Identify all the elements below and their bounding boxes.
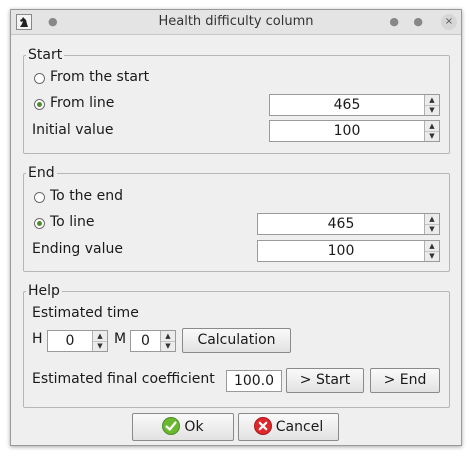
dialog-window: ● Health difficulty column ● ● × Start F… (10, 9, 462, 446)
minimize-icon[interactable]: ● (389, 16, 399, 27)
initial-value-label: Initial value (32, 122, 114, 138)
start-legend: Start (28, 47, 63, 63)
to-line-label[interactable]: To line (50, 214, 94, 230)
cancel-label: Cancel (275, 419, 324, 435)
ending-value-label: Ending value (32, 241, 123, 257)
ok-label: Ok (184, 419, 204, 435)
to-line-value[interactable]: 465 (258, 216, 424, 232)
hours-spinner[interactable]: 0 ▲ ▼ (47, 330, 108, 352)
cancel-button[interactable]: Cancel (238, 413, 339, 441)
calculation-button[interactable]: Calculation (182, 328, 291, 353)
to-line-spinner[interactable]: 465 ▲ ▼ (257, 213, 440, 235)
ending-value[interactable]: 100 (258, 243, 424, 259)
radio-from-start[interactable] (34, 73, 45, 84)
title-bar[interactable]: ● Health difficulty column ● ● × (11, 10, 461, 35)
ending-value-spinner[interactable]: 100 ▲ ▼ (257, 240, 440, 262)
minutes-spinner[interactable]: 0 ▲ ▼ (130, 330, 176, 352)
minutes-value[interactable]: 0 (131, 333, 160, 349)
arrow-down-icon[interactable]: ▼ (425, 251, 439, 261)
initial-value-spinner[interactable]: 100 ▲ ▼ (269, 120, 440, 142)
ok-button[interactable]: Ok (132, 413, 234, 441)
arrow-down-icon[interactable]: ▼ (425, 131, 439, 141)
from-line-spinner[interactable]: 465 ▲ ▼ (269, 94, 440, 116)
from-line-value[interactable]: 465 (270, 97, 424, 113)
close-icon[interactable]: × (441, 14, 457, 30)
final-coefficient-label: Estimated final coefficient (32, 371, 215, 387)
check-circle-icon (162, 417, 181, 435)
end-legend: End (28, 165, 55, 181)
arrow-down-icon[interactable]: ▼ (425, 105, 439, 115)
hours-label: H (32, 331, 43, 347)
x-circle-icon (253, 417, 272, 435)
estimated-time-label: Estimated time (32, 305, 139, 321)
radio-to-end[interactable] (34, 192, 45, 203)
to-start-button[interactable]: > Start (286, 368, 364, 393)
arrow-down-icon[interactable]: ▼ (93, 341, 107, 351)
hours-value[interactable]: 0 (48, 333, 92, 349)
arrow-down-icon[interactable]: ▼ (425, 224, 439, 234)
from-line-label[interactable]: From line (50, 95, 114, 111)
from-start-label[interactable]: From the start (50, 69, 149, 85)
final-coefficient-field[interactable]: 100.0 (226, 370, 282, 392)
initial-value[interactable]: 100 (270, 123, 424, 139)
maximize-icon[interactable]: ● (413, 16, 423, 27)
radio-to-line[interactable] (34, 218, 45, 229)
to-end-button[interactable]: > End (370, 368, 440, 393)
arrow-down-icon[interactable]: ▼ (161, 341, 175, 351)
radio-from-line[interactable] (34, 99, 45, 110)
help-legend: Help (28, 283, 60, 299)
minutes-label: M (114, 331, 127, 347)
to-end-label[interactable]: To the end (50, 188, 123, 204)
